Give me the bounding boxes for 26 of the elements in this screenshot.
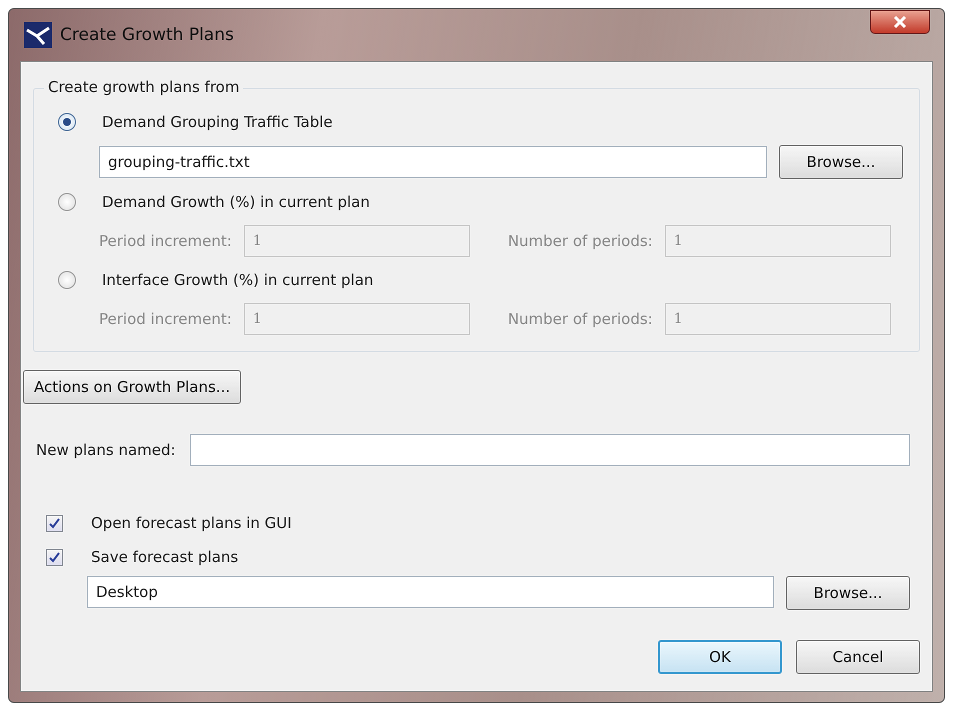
name-input-field[interactable] <box>190 434 910 466</box>
browse-button[interactable]: Browse... <box>786 576 910 610</box>
radio-button[interactable] <box>58 113 76 131</box>
close-icon <box>893 16 907 28</box>
close-button[interactable] <box>870 10 930 34</box>
field-label: New plans named: <box>36 441 176 459</box>
field-label: Period increment: <box>99 310 232 328</box>
field-label: Number of periods: <box>508 310 653 328</box>
checkbox-label: Save forecast plans <box>91 548 238 566</box>
checkbox[interactable] <box>46 548 63 566</box>
browse-button[interactable]: Browse... <box>779 145 903 179</box>
checkbox[interactable] <box>46 514 63 532</box>
file-input-field[interactable]: grouping-traffic.txt <box>99 146 767 178</box>
window-title: Create Growth Plans <box>60 25 234 45</box>
dialog-button[interactable]: Cancel <box>796 640 920 674</box>
checkbox-label: Open forecast plans in GUI <box>91 514 292 532</box>
radio-label: Demand Grouping Traffic Table <box>102 113 333 131</box>
radio-label: Demand Growth (%) in current plan <box>102 193 370 211</box>
app-logo-icon <box>24 22 52 48</box>
actions-button[interactable]: Actions on Growth Plans... <box>23 370 242 404</box>
dialog-button[interactable]: OK <box>658 640 782 674</box>
radio-label: Interface Growth (%) in current plan <box>102 271 374 289</box>
field-label: Period increment: <box>99 232 232 250</box>
path-input-field[interactable]: Desktop <box>87 576 774 608</box>
field-label: Number of periods: <box>508 232 653 250</box>
group-title: Create growth plans from <box>44 78 244 96</box>
